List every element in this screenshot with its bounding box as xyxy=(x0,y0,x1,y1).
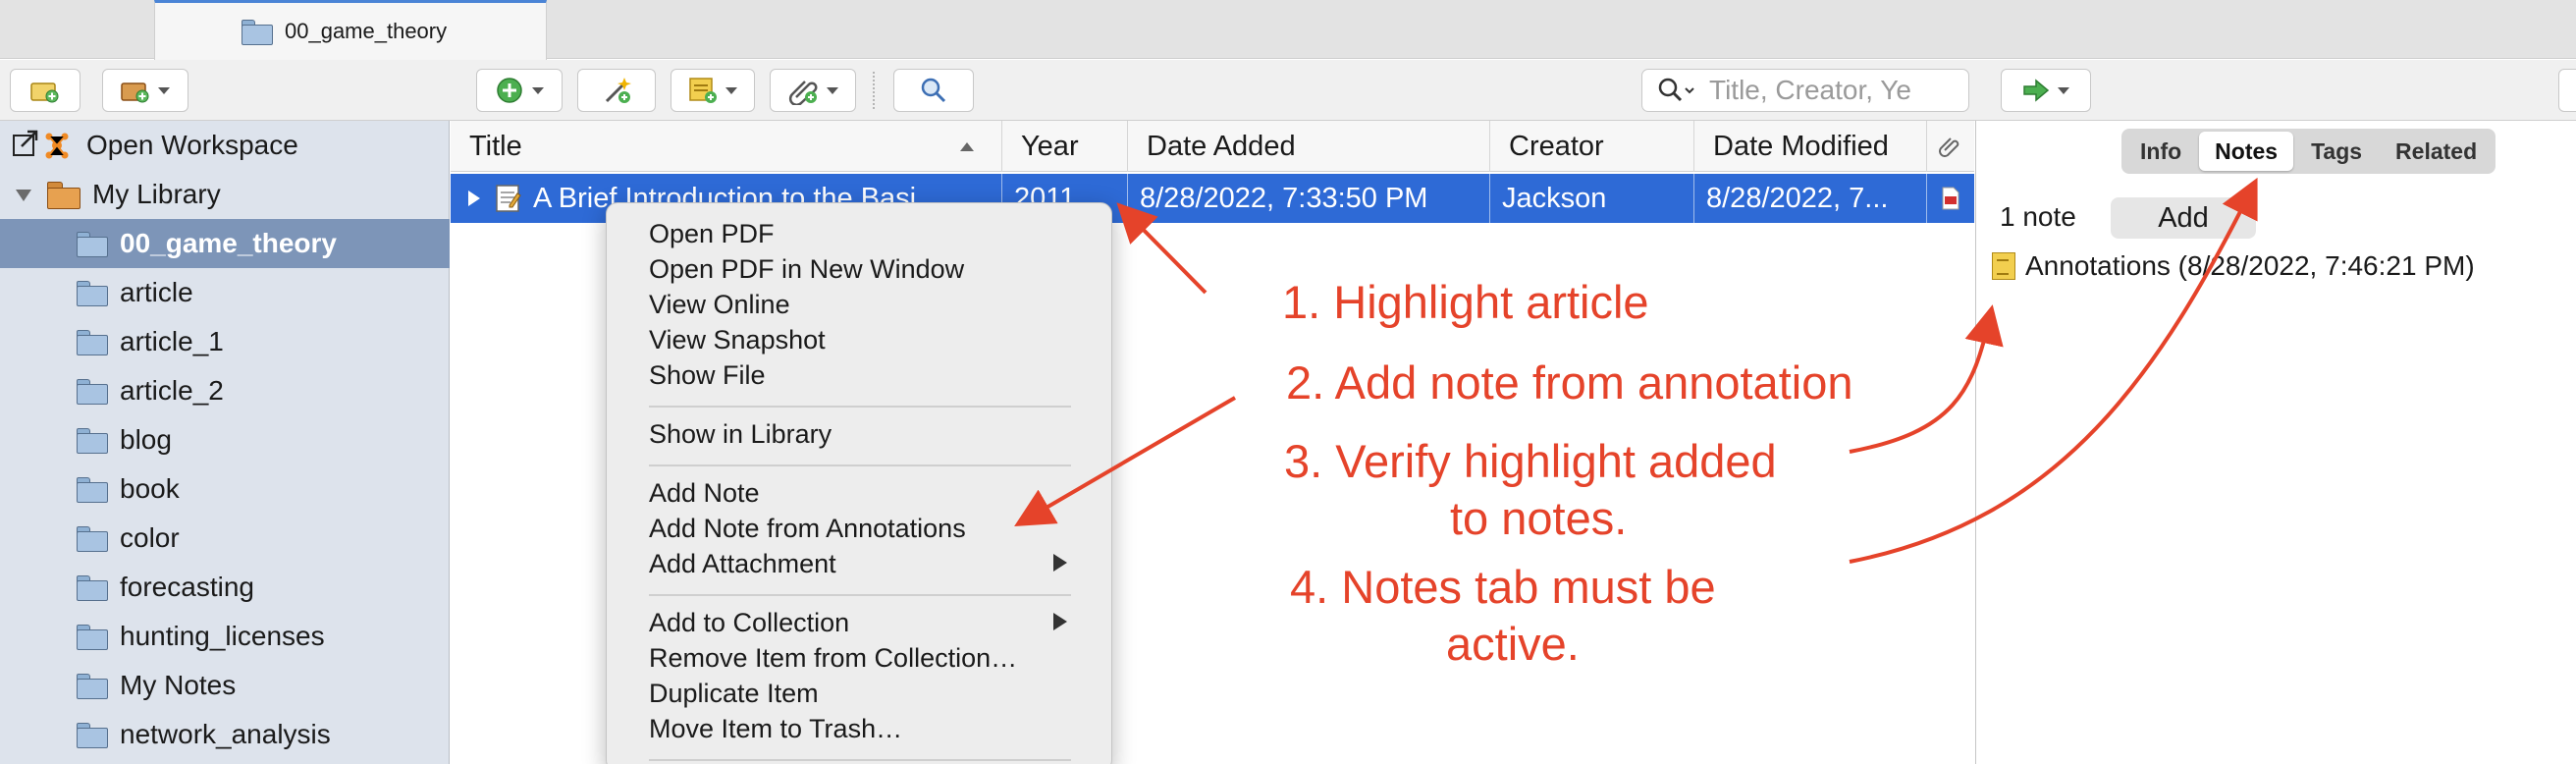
arrow-to-article xyxy=(1116,202,1208,295)
arrow-to-notes-tab xyxy=(1849,177,2258,564)
arrow-to-annotations-note xyxy=(1849,304,2004,454)
annotation-arrows xyxy=(1014,177,2258,564)
arrow-to-add-note-from-annotations xyxy=(1014,396,1237,527)
